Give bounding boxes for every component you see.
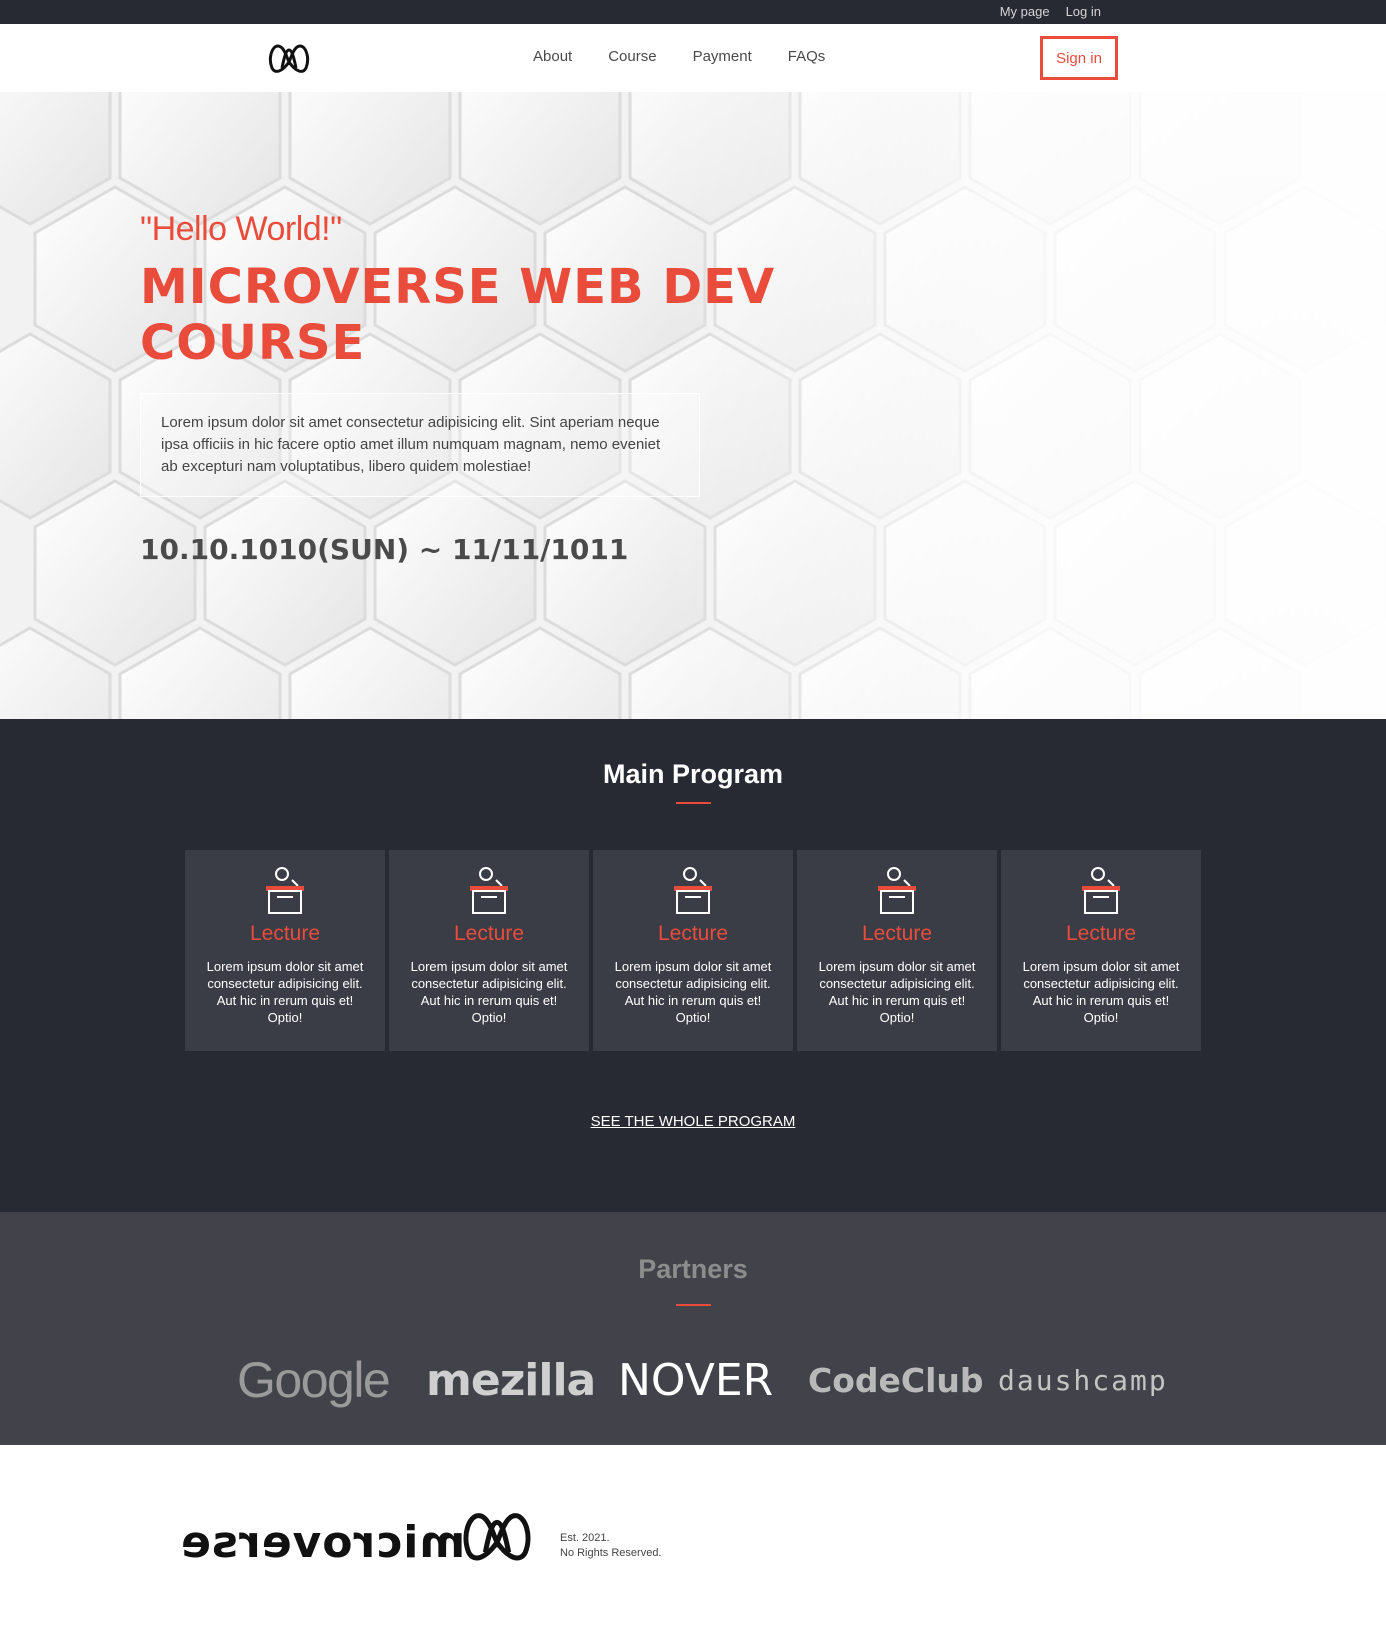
card-text: Lorem ipsum dolor sit amet consectetur a… [614, 959, 772, 1025]
log-in-link[interactable]: Log in [1066, 4, 1101, 19]
card-title: Lecture [249, 922, 321, 945]
nav-course[interactable]: Course [608, 48, 656, 65]
hero-section: "Hello World!" MICROVERSE WEB DEV COURSE… [0, 92, 1386, 719]
top-utility-bar: My page Log in [0, 0, 1386, 24]
hero-quote: "Hello World!" [140, 210, 342, 248]
card-title: Lecture [861, 922, 933, 945]
card-title: Lecture [453, 922, 525, 945]
lecture-podium-icon [878, 867, 916, 914]
sign-in-button[interactable]: Sign in [1040, 36, 1118, 80]
nav-about[interactable]: About [533, 48, 572, 65]
microverse-logo-icon[interactable] [268, 40, 310, 74]
partner-logo-codeclub: CodeClub [808, 1360, 984, 1400]
site-footer: microverse Est. 2021. No Rights Reserved… [0, 1445, 1386, 1647]
card-text: Lorem ipsum dolor sit amet consectetur a… [410, 959, 568, 1025]
partners-title: Partners [638, 1254, 748, 1284]
utility-links: My page Log in [1000, 4, 1101, 19]
lecture-podium-icon [674, 867, 712, 914]
card-title: Lecture [657, 922, 729, 945]
main-nav: About Course Payment FAQs [533, 48, 825, 65]
hero-description: Lorem ipsum dolor sit amet consectetur a… [140, 393, 700, 497]
card-text: Lorem ipsum dolor sit amet consectetur a… [1022, 959, 1180, 1025]
card-text: Lorem ipsum dolor sit amet consectetur a… [206, 959, 364, 1025]
lecture-podium-icon [266, 867, 304, 914]
partner-logo-nover: NOVER [618, 1354, 774, 1406]
hero-title-line-2: COURSE [140, 315, 366, 371]
lecture-podium-icon [470, 867, 508, 914]
program-card[interactable]: Lecture Lorem ipsum dolor sit amet conse… [389, 850, 589, 1051]
partner-logo-mezilla: mezilla [426, 1354, 596, 1406]
partner-logos: Google mezilla NOVER CodeClub daushcamp [0, 1350, 1386, 1410]
footer-brand-wordmark: microverse [180, 1517, 466, 1568]
my-page-link[interactable]: My page [1000, 4, 1050, 19]
hero-title: MICROVERSE WEB DEV COURSE [140, 259, 790, 371]
footer-rights: No Rights Reserved. [560, 1547, 662, 1559]
nav-faqs[interactable]: FAQs [788, 48, 826, 65]
footer-est: Est. 2021. [560, 1532, 610, 1544]
program-cards: Lecture Lorem ipsum dolor sit amet conse… [185, 850, 1201, 1051]
program-card[interactable]: Lecture Lorem ipsum dolor sit amet conse… [797, 850, 997, 1051]
program-card[interactable]: Lecture Lorem ipsum dolor sit amet conse… [1001, 850, 1201, 1051]
lecture-podium-icon [1082, 867, 1120, 914]
card-text: Lorem ipsum dolor sit amet consectetur a… [818, 959, 976, 1025]
hero-title-line-1: MICROVERSE WEB DEV [140, 259, 776, 315]
main-program-section: Main Program Lecture Lorem ipsum dolor s… [0, 719, 1386, 1212]
title-underline [676, 802, 711, 804]
program-card[interactable]: Lecture Lorem ipsum dolor sit amet conse… [185, 850, 385, 1051]
hero-content: "Hello World!" MICROVERSE WEB DEV COURSE… [140, 210, 790, 566]
microverse-logo-icon [463, 1513, 531, 1561]
see-whole-program-link[interactable]: SEE THE WHOLE PROGRAM [0, 1113, 1386, 1130]
partner-logo-daushcamp: daushcamp [998, 1363, 1168, 1397]
program-card[interactable]: Lecture Lorem ipsum dolor sit amet conse… [593, 850, 793, 1051]
site-header: About Course Payment FAQs Sign in [0, 24, 1386, 92]
partners-section: Partners Google mezilla NOVER CodeClub d… [0, 1212, 1386, 1445]
card-title: Lecture [1065, 922, 1137, 945]
main-program-title: Main Program [602, 759, 784, 789]
title-underline [676, 1304, 711, 1306]
hero-date: 10.10.1010(SUN) ~ 11/11/1011 [140, 533, 629, 566]
footer-info: Est. 2021. No Rights Reserved. [560, 1531, 662, 1561]
partner-logo-google: Google [237, 1352, 391, 1408]
nav-payment[interactable]: Payment [693, 48, 752, 65]
